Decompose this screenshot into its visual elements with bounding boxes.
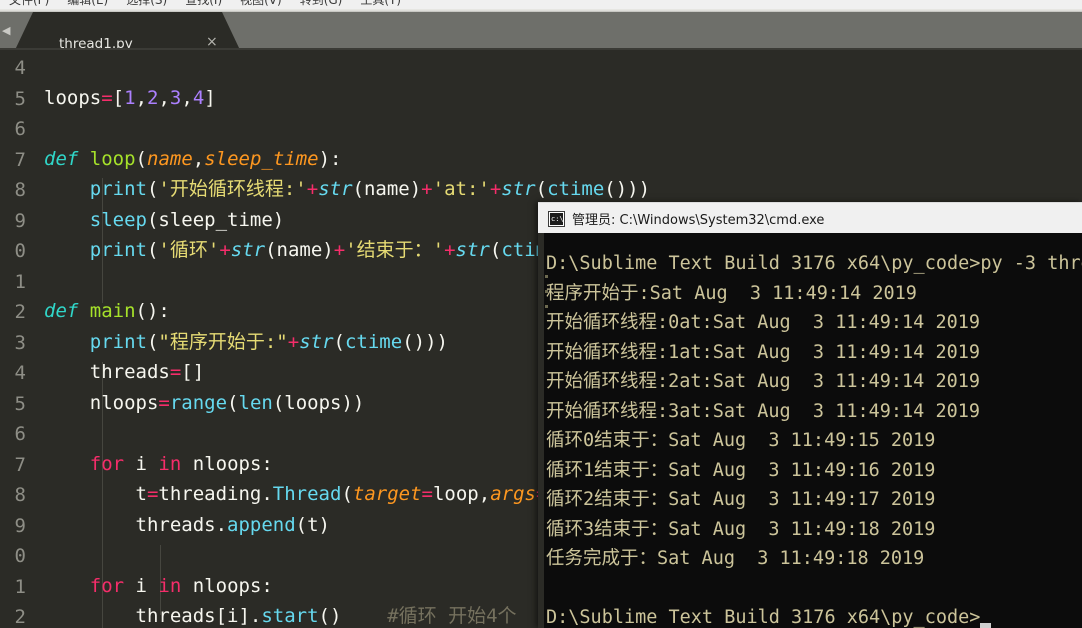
cmd-output-line: 循环0结束于：Sat Aug 3 11:49:15 2019	[546, 430, 936, 451]
menu-item-goto[interactable]: 转到(G)	[291, 0, 352, 9]
cmd-output-line: 程序开始于:Sat Aug 3 11:49:14 2019	[546, 282, 917, 304]
cmd-output-line: 开始循环线程:3at:Sat Aug 3 11:49:14 2019	[546, 400, 981, 422]
line-number: 5	[14, 392, 26, 415]
cmd-output-area[interactable]: D:\Sublime Text Build 3176 x64\py_code>p…	[544, 233, 1082, 628]
cmd-output-line: 开始循环线程:0at:Sat Aug 3 11:49:14 2019	[546, 312, 981, 333]
code-line: threads=[]	[44, 361, 205, 383]
cmd-titlebar[interactable]: 管理员: C:\Windows\System32\cmd.exe	[538, 202, 1082, 234]
line-number: 0	[14, 240, 26, 262]
menu-item-file[interactable]: 文件(F)	[0, 0, 58, 9]
line-number: 5	[14, 87, 26, 110]
line-number: 4	[14, 362, 26, 384]
menu-item-find[interactable]: 查找(I)	[176, 0, 231, 9]
line-number: 6	[14, 118, 26, 140]
line-number: 8	[14, 484, 26, 506]
line-number: 2	[14, 606, 26, 628]
cmd-output-line: 循环3结束于：Sat Aug 3 11:49:18 2019	[546, 518, 936, 540]
menu-item-selection[interactable]: 选择(S)	[117, 0, 176, 9]
line-number: 4	[14, 57, 26, 79]
code-line: print('开始循环线程:'+str(name)+'at:'+str(ctim…	[89, 178, 651, 200]
code-line: print("程序开始于:"+str(ctime()))	[89, 331, 448, 353]
menu-item-view[interactable]: 视图(V)	[231, 0, 291, 9]
cmd-console-icon	[548, 210, 565, 227]
line-number-gutter: 4 5 6 7 8 9 0 1 2 3 4 5 6 7 8 9 0 1 2	[0, 50, 30, 628]
code-line: sleep(sleep_time)	[89, 209, 285, 231]
cmd-output-line: 开始循环线程:2at:Sat Aug 3 11:49:14 2019	[546, 371, 981, 392]
cmd-output-line: 任务完成于：Sat Aug 3 11:49:18 2019	[546, 548, 925, 569]
cmd-window-title: 管理员: C:\Windows\System32\cmd.exe	[572, 213, 825, 228]
cmd-output-line: 循环2结束于：Sat Aug 3 11:49:17 2019	[546, 489, 936, 510]
close-icon[interactable]: ×	[206, 35, 218, 49]
line-number: 8	[14, 179, 26, 201]
line-number: 0	[14, 545, 26, 567]
code-line: def main():	[44, 300, 170, 322]
code-line: loops=[1,2,3,4]	[44, 87, 216, 109]
code-line: threads[i].start() #循环 开始4个	[44, 605, 517, 627]
code-line: nloops=range(len(loops))	[44, 392, 365, 414]
menu-item-edit[interactable]: 编辑(E)	[58, 0, 117, 9]
cmd-output-line: 开始循环线程:1at:Sat Aug 3 11:49:14 2019	[546, 341, 981, 363]
line-number: 1	[14, 270, 26, 293]
code-line: def loop(name,sleep_time):	[44, 148, 342, 170]
cmd-output-line: D:\Sublime Text Build 3176 x64\py_code>	[546, 607, 981, 628]
tab-scroll-left-icon[interactable]: ◀	[2, 25, 12, 36]
code-line: print('循环'+str(name)+'结束于：'+str(ctime())…	[89, 239, 605, 261]
line-number: 6	[14, 423, 26, 445]
line-number: 7	[14, 453, 26, 476]
code-line: for i in nloops:	[89, 575, 273, 597]
code-line: threads.append(t)	[44, 514, 331, 536]
cmd-console-window[interactable]: 管理员: C:\Windows\System32\cmd.exe D:\Subl…	[538, 202, 1082, 628]
line-number: 2	[14, 301, 26, 323]
sublime-text-window: 文件(F) 编辑(E) 选择(S) 查找(I) 视图(V) 转到(G) 工具(T…	[0, 0, 1082, 628]
tab-thread1-py[interactable]: thread1.py ×	[15, 12, 240, 50]
line-number: 9	[14, 209, 26, 232]
cmd-output-line: 循环1结束于：Sat Aug 3 11:49:16 2019	[546, 459, 936, 481]
line-number: 7	[14, 148, 26, 171]
cmd-output-line: D:\Sublime Text Build 3176 x64\py_code>p…	[546, 253, 1082, 274]
cmd-block-cursor	[979, 623, 991, 628]
line-number: 1	[14, 575, 26, 598]
code-line: for i in nloops:	[89, 453, 273, 475]
line-number: 9	[14, 514, 26, 537]
menu-item-tools[interactable]: 工具(T)	[351, 0, 410, 9]
line-number: 3	[14, 331, 26, 354]
